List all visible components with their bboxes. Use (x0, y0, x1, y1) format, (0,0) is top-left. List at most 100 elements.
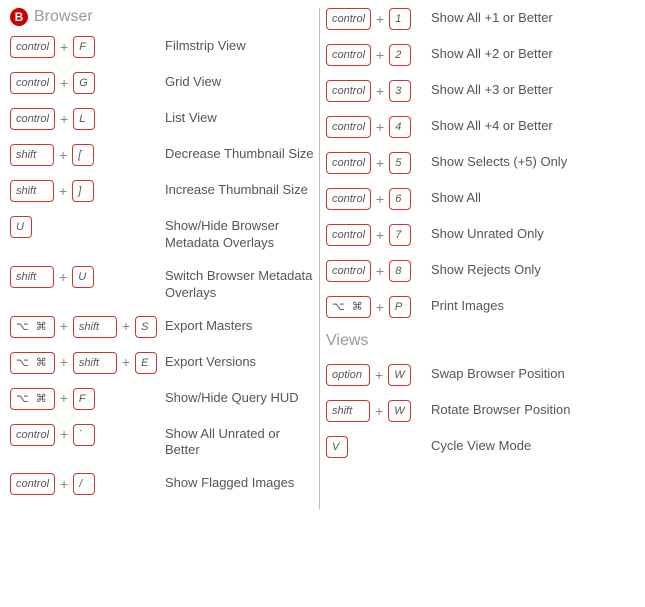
control-key: control (10, 72, 55, 94)
shortcut-description: Show All (431, 188, 481, 207)
shortcut-row: option+WSwap Browser Position (326, 364, 631, 386)
option-command-key: ⌥ ⌘ (10, 388, 55, 410)
plus-separator: + (57, 146, 69, 164)
shift-key: shift (10, 266, 54, 288)
views-section-title: Views (326, 332, 631, 350)
plus-separator: + (373, 402, 385, 420)
shortcut-description: Filmstrip View (165, 36, 246, 55)
plus-separator: + (374, 118, 386, 136)
control-key: control (10, 473, 55, 495)
shortcut-description: Show Unrated Only (431, 224, 544, 243)
F-key: F (73, 36, 95, 58)
shortcut-row: control+2Show All +2 or Better (326, 44, 631, 66)
shortcut-description: Print Images (431, 296, 504, 315)
shortcut-description: Show All +3 or Better (431, 80, 553, 99)
key-sequence: control+2 (326, 44, 431, 66)
plus-separator: + (374, 82, 386, 100)
key-sequence: control+6 (326, 188, 431, 210)
F-key: F (73, 388, 95, 410)
key-sequence: control+5 (326, 152, 431, 174)
key-sequence: V (326, 436, 431, 458)
W-key: W (388, 400, 410, 422)
key-sequence: ⌥ ⌘+P (326, 296, 431, 318)
option-command-key: ⌥ ⌘ (10, 352, 55, 374)
shortcut-description: Export Masters (165, 316, 252, 335)
shortcut-row: V Cycle View Mode (326, 436, 631, 458)
L-key: L (73, 108, 95, 130)
plus-separator: + (58, 317, 70, 335)
key-sequence: control+F (10, 36, 165, 58)
shortcut-description: Show All Unrated or Better (165, 424, 315, 460)
n4-key: 4 (389, 116, 411, 138)
key-sequence: control+4 (326, 116, 431, 138)
n1-key: 1 (389, 8, 411, 30)
key-sequence: control+L (10, 108, 165, 130)
plus-separator: + (374, 190, 386, 208)
shortcut-description: Show All +4 or Better (431, 116, 553, 135)
key-sequence: option+W (326, 364, 431, 386)
control-key: control (326, 224, 371, 246)
shift-key: shift (326, 400, 370, 422)
shortcut-description: Show Flagged Images (165, 473, 294, 492)
plus-separator: + (374, 46, 386, 64)
plus-separator: + (58, 425, 70, 443)
shortcut-description: Show All +1 or Better (431, 8, 553, 27)
S-key: S (135, 316, 157, 338)
shortcut-row: shift+[Decrease Thumbnail Size (10, 144, 315, 166)
shortcut-row: control+3 Show All +3 or Better (326, 80, 631, 102)
shift-key: shift (10, 180, 54, 202)
V-key: V (326, 436, 348, 458)
control-key: control (10, 108, 55, 130)
key-sequence: control+1 (326, 8, 431, 30)
shortcut-description: Cycle View Mode (431, 436, 531, 455)
control-key: control (326, 80, 371, 102)
U-key: U (10, 216, 32, 238)
shift-key: shift (10, 144, 54, 166)
n8-key: 8 (389, 260, 411, 282)
plus-separator: + (58, 353, 70, 371)
key-sequence: ⌥ ⌘+F (10, 388, 165, 410)
shortcut-row: control+5Show Selects (+5) Only (326, 152, 631, 174)
plus-separator: + (57, 182, 69, 200)
key-sequence: control+8 (326, 260, 431, 282)
control-key: control (326, 152, 371, 174)
n3-key: 3 (389, 80, 411, 102)
rbracket-key: ] (72, 180, 94, 202)
U-key: U (72, 266, 94, 288)
plus-separator: + (374, 154, 386, 172)
key-sequence: shift+] (10, 180, 165, 202)
plus-separator: + (374, 10, 386, 28)
plus-separator: + (58, 389, 70, 407)
plus-separator: + (374, 262, 386, 280)
key-sequence: ⌥ ⌘+shift+S (10, 316, 165, 338)
shortcut-row: ⌥ ⌘+shift+SExport Masters (10, 316, 315, 338)
shortcut-description: Grid View (165, 72, 221, 91)
slash-key: / (73, 473, 95, 495)
shortcut-description: Show/Hide Browser Metadata Overlays (165, 216, 315, 252)
E-key: E (135, 352, 157, 374)
shift-key: shift (73, 352, 117, 374)
shortcut-description: Show All +2 or Better (431, 44, 553, 63)
plus-separator: + (58, 38, 70, 56)
option-command-key: ⌥ ⌘ (10, 316, 55, 338)
key-sequence: control+7 (326, 224, 431, 246)
option-command-key: ⌥ ⌘ (326, 296, 371, 318)
shortcut-row: shift+USwitch Browser Metadata Overlays (10, 266, 315, 302)
control-key: control (10, 424, 55, 446)
plus-separator: + (373, 366, 385, 384)
plus-separator: + (374, 298, 386, 316)
shortcut-row: control+`Show All Unrated or Better (10, 424, 315, 460)
control-key: control (326, 188, 371, 210)
shortcut-row: control+4Show All +4 or Better (326, 116, 631, 138)
shortcut-row: control+/Show Flagged Images (10, 473, 315, 495)
shortcut-row: control+GGrid View (10, 72, 315, 94)
shortcut-description: Show Rejects Only (431, 260, 541, 279)
key-sequence: ⌥ ⌘+shift+E (10, 352, 165, 374)
key-sequence: shift+[ (10, 144, 165, 166)
lbracket-key: [ (72, 144, 94, 166)
shortcut-row: ⌥ ⌘+PPrint Images (326, 296, 631, 318)
shortcut-row: control+7Show Unrated Only (326, 224, 631, 246)
plus-separator: + (58, 110, 70, 128)
G-key: G (73, 72, 95, 94)
shortcut-description: Export Versions (165, 352, 256, 371)
